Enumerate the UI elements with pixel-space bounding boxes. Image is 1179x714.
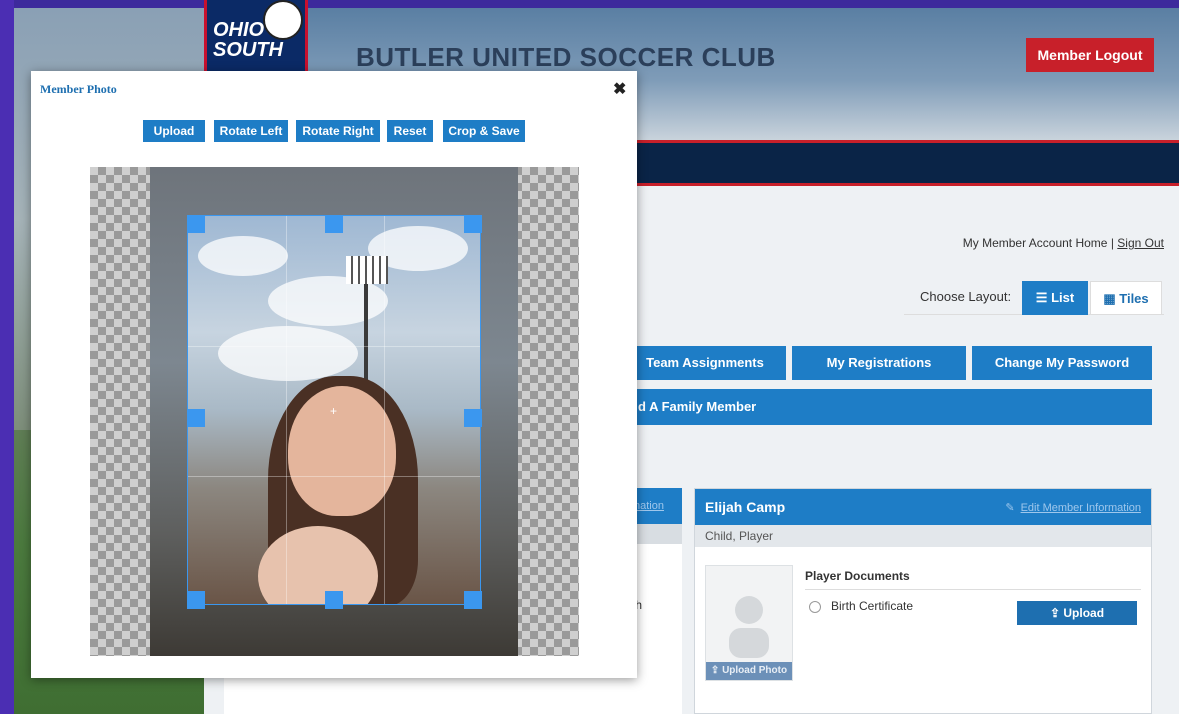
crop-handle-bottom-right[interactable] xyxy=(464,591,482,609)
crosshair-icon: + xyxy=(330,404,338,418)
member-photo-box: ⇪ Upload Photo xyxy=(705,565,793,681)
upload-document-label: Upload xyxy=(1063,606,1105,620)
cloud xyxy=(198,236,288,276)
crop-guide xyxy=(384,216,385,604)
account-links: My Member Account Home | Sign Out xyxy=(904,236,1164,250)
member-name: Elijah Camp xyxy=(705,499,786,515)
upload-document-button[interactable]: ⇪ Upload xyxy=(1017,601,1137,625)
crop-selection[interactable]: + xyxy=(187,215,481,605)
cloud xyxy=(218,326,358,381)
sign-out-link[interactable]: Sign Out xyxy=(1117,236,1164,250)
close-icon[interactable]: ✖ xyxy=(613,79,626,99)
upload-photo-label: Upload Photo xyxy=(722,665,788,676)
layout-list-label: List xyxy=(1051,290,1075,305)
my-registrations-button[interactable]: My Registrations xyxy=(792,346,966,380)
crop-guide xyxy=(188,346,480,347)
add-family-member-button[interactable]: d A Family Member xyxy=(624,389,1152,425)
member-role-bar: Child, Player xyxy=(695,525,1151,547)
edit-member-link[interactable]: ✎ Edit Member Information xyxy=(1005,501,1141,514)
upload-icon: ⇪ xyxy=(710,665,723,676)
crop-handle-left[interactable] xyxy=(187,409,205,427)
layout-tiles-label: Tiles xyxy=(1119,291,1149,306)
player-documents-title: Player Documents xyxy=(805,569,910,583)
logo-text: OHIO SOUTH xyxy=(213,19,283,61)
club-logo[interactable]: OHIO SOUTH xyxy=(204,0,308,76)
member-photo-modal: Member Photo ✖ Upload Rotate Left Rotate… xyxy=(31,71,637,678)
layout-chooser: Choose Layout: ☰ List ▦ Tiles xyxy=(904,281,1164,315)
change-password-button[interactable]: Change My Password xyxy=(972,346,1152,380)
document-item: Birth Certificate xyxy=(809,599,913,613)
link-separator: | xyxy=(1110,236,1114,250)
crop-handle-bottom-left[interactable] xyxy=(187,591,205,609)
left-card-edit-link[interactable]: nation xyxy=(634,500,664,512)
rotate-right-button[interactable]: Rotate Right xyxy=(296,120,380,142)
person-placeholder-icon xyxy=(729,596,769,658)
pencil-icon: ✎ xyxy=(1005,502,1015,514)
home-link[interactable]: My Member Account Home xyxy=(963,236,1108,250)
document-radio[interactable] xyxy=(809,600,821,613)
crop-handle-top-right[interactable] xyxy=(464,215,482,233)
crop-handle-right[interactable] xyxy=(464,409,482,427)
crop-canvas[interactable]: + xyxy=(90,167,579,656)
layout-list-button[interactable]: ☰ List xyxy=(1022,281,1088,315)
member-card: Elijah Camp ✎ Edit Member Information Chi… xyxy=(694,488,1152,714)
background-strip xyxy=(0,0,14,714)
stadium-lights xyxy=(346,256,388,284)
crop-save-button[interactable]: Crop & Save xyxy=(443,120,525,142)
crop-guide xyxy=(188,476,480,477)
layout-label: Choose Layout: xyxy=(920,289,1012,304)
rotate-left-button[interactable]: Rotate Left xyxy=(214,120,288,142)
list-icon: ☰ xyxy=(1035,290,1052,305)
crop-handle-top-left[interactable] xyxy=(187,215,205,233)
upload-photo-button[interactable]: ⇪ Upload Photo xyxy=(706,662,792,680)
team-assignments-button[interactable]: Team Assignments xyxy=(624,346,786,380)
crop-guide xyxy=(286,216,287,604)
edit-member-label: Edit Member Information xyxy=(1020,502,1141,514)
layout-tiles-button[interactable]: ▦ Tiles xyxy=(1090,281,1162,315)
document-label: Birth Certificate xyxy=(831,599,914,613)
site-title: BUTLER UNITED SOCCER CLUB xyxy=(356,42,776,72)
member-role: Child, Player xyxy=(705,529,774,543)
member-card-header: Elijah Camp ✎ Edit Member Information xyxy=(695,489,1151,525)
girl-face xyxy=(288,386,396,516)
documents-divider xyxy=(805,589,1141,590)
crop-handle-top[interactable] xyxy=(325,215,343,233)
member-logout-button[interactable]: Member Logout xyxy=(1026,38,1154,72)
upload-icon: ⇪ xyxy=(1049,606,1064,620)
modal-title: Member Photo xyxy=(40,82,117,96)
reset-button[interactable]: Reset xyxy=(387,120,433,142)
crop-handle-bottom[interactable] xyxy=(325,591,343,609)
tiles-icon: ▦ xyxy=(1103,291,1120,306)
upload-button[interactable]: Upload xyxy=(143,120,205,142)
